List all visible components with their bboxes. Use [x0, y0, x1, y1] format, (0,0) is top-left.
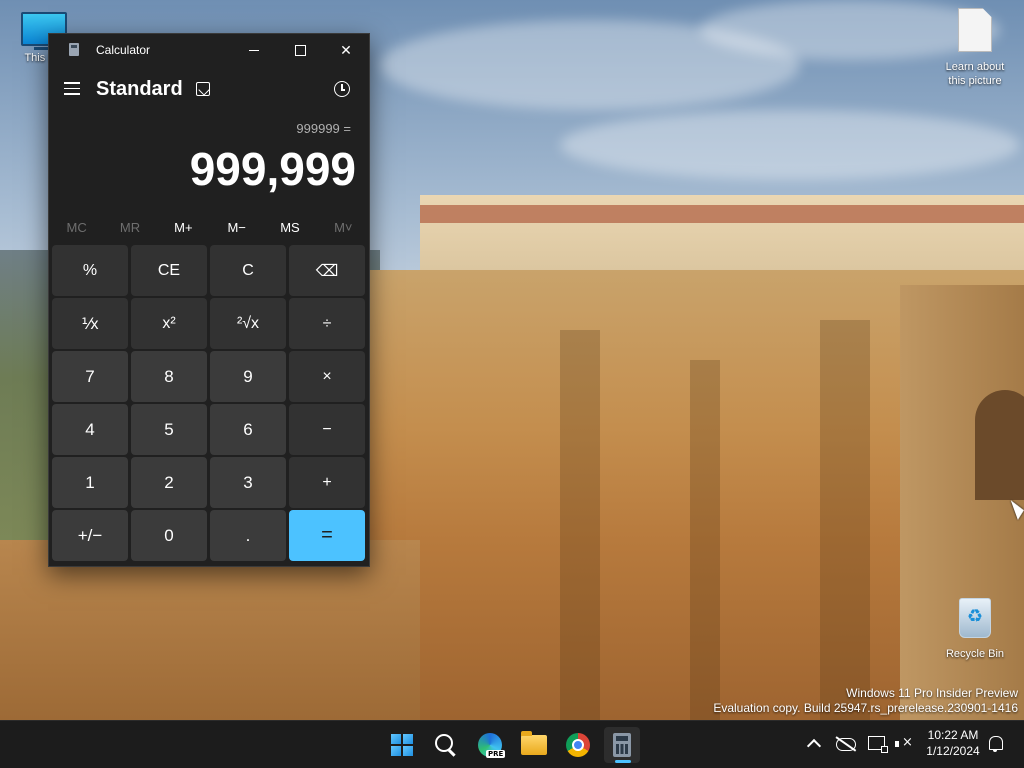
desktop-icon-label: Recycle Bin: [945, 648, 1005, 660]
taskbar-start-button[interactable]: [384, 727, 420, 763]
calculator-app-icon: [69, 43, 79, 56]
negate-button[interactable]: +/−: [52, 510, 128, 561]
desktop-icon-learn-about-picture[interactable]: Learn about this picture: [938, 8, 1012, 88]
memory-row: MC MR M+ M− MS M˅: [49, 217, 369, 239]
notifications-bell-icon[interactable]: [989, 736, 1003, 752]
minimize-icon: [249, 49, 259, 51]
digit-4-button[interactable]: 4: [52, 404, 128, 455]
search-icon: [435, 734, 453, 752]
active-app-indicator: [615, 760, 631, 763]
square-button[interactable]: x²: [131, 298, 207, 349]
taskbar-edge-button[interactable]: PRE: [472, 727, 508, 763]
memory-clear-button[interactable]: MC: [51, 217, 102, 239]
digit-8-button[interactable]: 8: [131, 351, 207, 402]
taskbar-file-explorer-button[interactable]: [516, 727, 552, 763]
navigation-menu-icon[interactable]: [64, 82, 80, 96]
mode-title: Standard: [96, 78, 183, 100]
backspace-button[interactable]: ⌫: [289, 245, 365, 296]
clock-time: 10:22 AM: [927, 728, 979, 742]
watermark-line-1: Windows 11 Pro Insider Preview: [846, 686, 1018, 700]
memory-add-button[interactable]: M+: [158, 217, 209, 239]
document-icon: [958, 8, 992, 52]
memory-list-button[interactable]: M˅: [318, 217, 369, 239]
windows-start-icon: [391, 734, 413, 756]
digit-5-button[interactable]: 5: [131, 404, 207, 455]
calculator-icon: [613, 733, 631, 757]
memory-subtract-button[interactable]: M−: [211, 217, 262, 239]
maximize-button[interactable]: [277, 34, 323, 66]
recycle-bin-icon: [959, 598, 991, 638]
folder-icon: [521, 731, 547, 755]
decimal-point-button[interactable]: .: [210, 510, 286, 561]
digit-7-button[interactable]: 7: [52, 351, 128, 402]
digit-9-button[interactable]: 9: [210, 351, 286, 402]
equals-button[interactable]: =: [289, 510, 365, 561]
add-button[interactable]: +: [289, 457, 365, 508]
digit-0-button[interactable]: 0: [131, 510, 207, 561]
calculator-window: Calculator ✕ Standard 999999 = 999,999 M…: [48, 33, 370, 567]
watermark-line-2: Evaluation copy. Build 25947.rs_prerelea…: [713, 701, 1018, 715]
clear-entry-button[interactable]: CE: [131, 245, 207, 296]
taskbar-clock[interactable]: 10:22 AM 1/12/2024: [920, 727, 986, 759]
minimize-button[interactable]: [231, 34, 277, 66]
keep-on-top-icon[interactable]: [196, 82, 210, 96]
digit-3-button[interactable]: 3: [210, 457, 286, 508]
memory-recall-button[interactable]: MR: [104, 217, 155, 239]
desktop-icon-recycle-bin[interactable]: Recycle Bin: [940, 598, 1010, 660]
taskbar-chrome-button[interactable]: [560, 727, 596, 763]
edge-icon: PRE: [478, 733, 506, 758]
multiply-button[interactable]: ×: [289, 351, 365, 402]
volume-muted-icon[interactable]: [895, 735, 913, 751]
subtract-button[interactable]: −: [289, 404, 365, 455]
network-icon[interactable]: [868, 736, 888, 753]
percent-button[interactable]: %: [52, 245, 128, 296]
window-title: Calculator: [96, 43, 151, 57]
close-button[interactable]: ✕: [323, 34, 369, 66]
clock-date: 1/12/2024: [926, 744, 980, 758]
desktop-icon-label: Learn about this picture: [945, 61, 1005, 87]
taskbar-calculator-button[interactable]: [604, 727, 640, 763]
close-icon: ✕: [340, 41, 352, 58]
taskbar-search-button[interactable]: [428, 727, 464, 763]
expression-display: 999999 =: [296, 121, 351, 136]
evaluation-watermark: Windows 11 Pro Insider Preview Evaluatio…: [713, 686, 1018, 716]
memory-store-button[interactable]: MS: [264, 217, 315, 239]
onedrive-offline-icon[interactable]: [836, 738, 856, 751]
maximize-icon: [294, 44, 306, 56]
square-root-button[interactable]: ²√x: [210, 298, 286, 349]
history-icon[interactable]: [334, 81, 350, 97]
digit-1-button[interactable]: 1: [52, 457, 128, 508]
divide-button[interactable]: ÷: [289, 298, 365, 349]
digit-2-button[interactable]: 2: [131, 457, 207, 508]
edge-pre-badge: PRE: [486, 750, 506, 758]
title-bar[interactable]: Calculator ✕: [49, 34, 369, 66]
digit-6-button[interactable]: 6: [210, 404, 286, 455]
reciprocal-button[interactable]: ⅟x: [52, 298, 128, 349]
clear-button[interactable]: C: [210, 245, 286, 296]
result-display: 999,999: [189, 143, 356, 195]
chrome-icon: [566, 733, 590, 757]
